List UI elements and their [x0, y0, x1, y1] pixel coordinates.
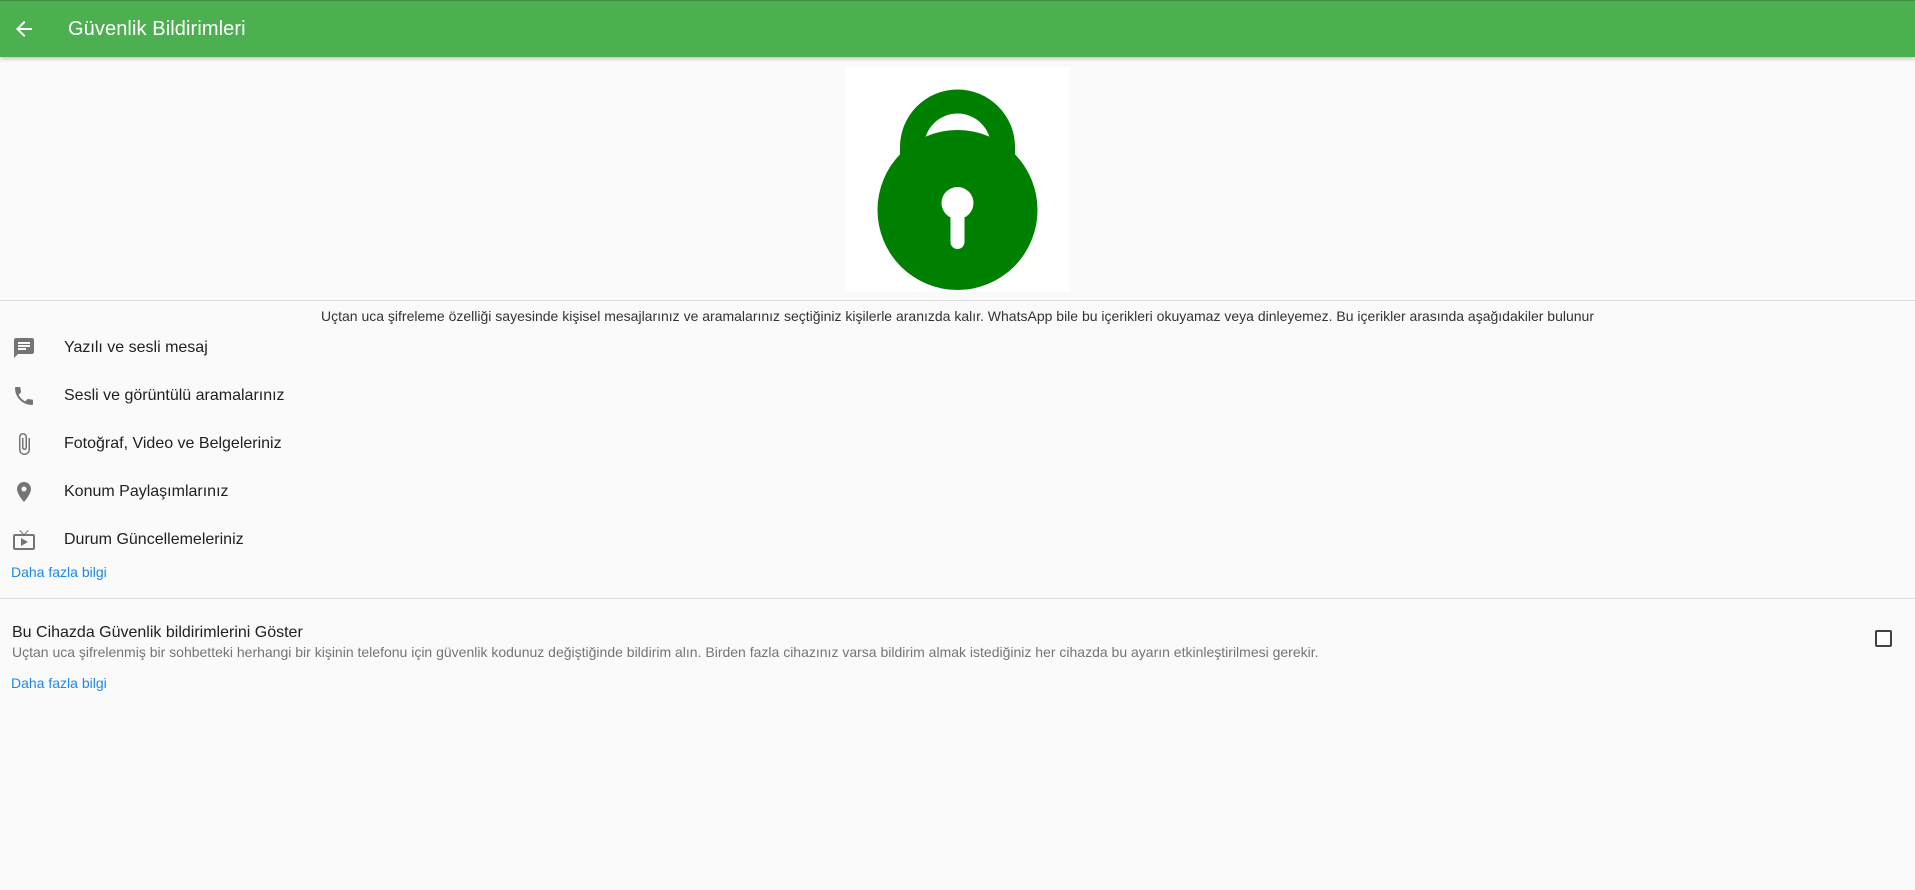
location-pin-icon [17, 482, 31, 502]
learn-more-link-2[interactable]: Daha fazla bilgi [11, 675, 107, 691]
padlock-icon [877, 89, 1038, 290]
divider-middle [0, 598, 1915, 599]
setting-title: Bu Cihazda Güvenlik bildirimlerini Göste… [12, 624, 303, 641]
security-notifications-checkbox[interactable] [1875, 630, 1892, 647]
feature-label: Konum Paylaşımlarınız [64, 483, 229, 500]
feature-label: Sesli ve görüntülü aramalarınız [64, 387, 285, 404]
lock-image [845, 67, 1070, 292]
hero-section [0, 57, 1915, 300]
list-item: Durum Güncellemeleriniz [0, 516, 600, 564]
intro-text: Uçtan uca şifreleme özelliği sayesinde k… [320, 308, 1594, 324]
arrow-left-icon [16, 21, 32, 37]
list-item: Sesli ve görüntülü aramalarınız [0, 372, 600, 420]
feature-label: Durum Güncellemeleriniz [64, 531, 244, 548]
divider-top [0, 300, 1915, 301]
status-tv-icon [13, 530, 35, 550]
page-title: Güvenlik Bildirimleri [68, 17, 246, 40]
list-item: Konum Paylaşımlarınız [0, 468, 600, 516]
feature-label: Fotoğraf, Video ve Belgeleriniz [64, 435, 282, 452]
setting-description: Uçtan uca şifrelenmiş bir sohbetteki her… [12, 644, 1319, 660]
attachment-icon [19, 433, 30, 455]
back-button[interactable] [0, 5, 48, 53]
list-item: Yazılı ve sesli mesaj [0, 324, 600, 372]
app-bar: Güvenlik Bildirimleri [0, 0, 1915, 57]
phone-icon [15, 387, 33, 405]
feature-list: Yazılı ve sesli mesaj Sesli ve görüntülü… [0, 324, 600, 564]
feature-label: Yazılı ve sesli mesaj [64, 339, 208, 356]
message-icon [14, 338, 34, 358]
security-notifications-setting[interactable]: Bu Cihazda Güvenlik bildirimlerini Göste… [12, 624, 1892, 660]
learn-more-link[interactable]: Daha fazla bilgi [11, 564, 107, 580]
list-item: Fotoğraf, Video ve Belgeleriniz [0, 420, 600, 468]
